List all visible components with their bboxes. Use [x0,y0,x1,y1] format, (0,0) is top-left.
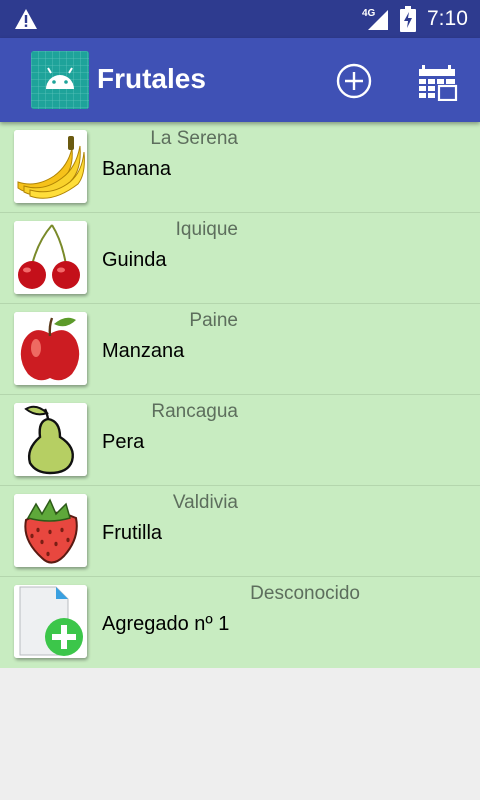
calendar-icon[interactable] [418,63,458,101]
signal-icon [368,10,388,30]
fruit-name: Agregado nº 1 [102,613,230,635]
status-bar: 4G 7:10 [0,0,480,38]
clock: 7:10 [427,7,468,30]
fruit-list: La Serena Banana Iquique Guinda Paine Ma… [0,122,480,668]
cherry-icon [14,221,87,294]
list-item[interactable]: Valdivia Frutilla [0,486,480,577]
add-circle-icon[interactable] [335,62,373,100]
fruit-name: Frutilla [102,522,163,544]
battery-charging-icon [400,6,416,32]
city-label: Valdivia [172,492,238,513]
city-label: Desconocido [250,583,360,604]
fruit-name: Pera [102,431,145,453]
banana-icon [14,130,87,203]
list-item[interactable]: Rancagua Pera [0,395,480,486]
list-item[interactable]: Paine Manzana [0,304,480,395]
add-file-icon [14,585,87,658]
app-title: Frutales [97,63,206,94]
fruit-name: Manzana [102,340,185,362]
city-label: Rancagua [151,401,238,422]
list-item[interactable]: Iquique Guinda [0,213,480,304]
fruit-name: Banana [102,158,171,180]
city-label: La Serena [150,128,238,149]
pear-icon [14,403,87,476]
warning-icon [15,9,37,29]
city-label: Paine [189,310,238,331]
list-item[interactable]: Desconocido Agregado nº 1 [0,577,480,668]
app-bar: Frutales [0,38,480,122]
fruit-name: Guinda [102,249,167,271]
apple-icon [14,312,87,385]
android-logo-icon [31,51,89,109]
city-label: Iquique [175,219,238,240]
list-item[interactable]: La Serena Banana [0,122,480,213]
strawberry-icon [14,494,87,567]
